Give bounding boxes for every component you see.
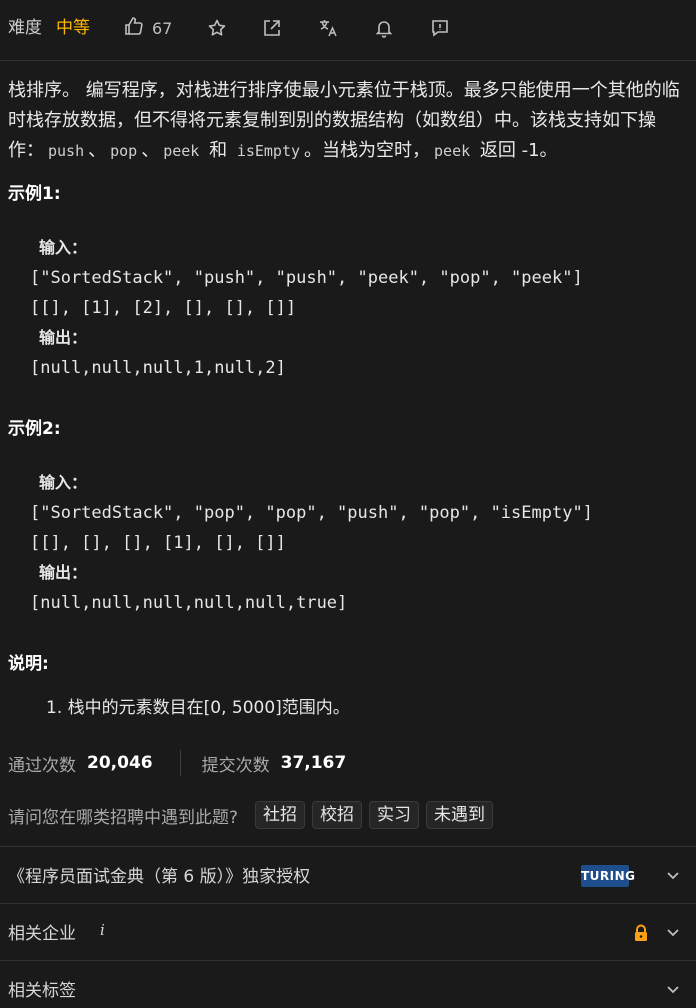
example-2-block: 输入： ["SortedStack", "pop", "pop", "push"…	[30, 468, 593, 618]
interview-source-question: 请问您在哪类招聘中遇到此题? 社招 校招 实习 未遇到	[8, 801, 500, 829]
star-icon[interactable]	[207, 18, 227, 38]
example-2-title: 示例2:	[8, 419, 61, 439]
example-input-line: ["SortedStack", "push", "push", "peek", …	[30, 268, 583, 288]
question-label: 请问您在哪类招聘中遇到此题?	[8, 807, 239, 828]
lock-icon	[633, 924, 649, 946]
related-tags-row[interactable]: 相关标签	[0, 960, 696, 1008]
input-label: 输入：	[39, 473, 88, 492]
output-label: 输出：	[39, 328, 88, 347]
code-isempty: isEmpty	[236, 142, 301, 160]
info-icon[interactable]: i	[100, 921, 105, 939]
statement-text: 返回 -1。	[479, 140, 558, 161]
notes-title: 说明:	[8, 654, 49, 674]
share-icon[interactable]	[262, 18, 282, 38]
submitted-value: 37,167	[280, 753, 347, 773]
feedback-icon[interactable]	[430, 18, 450, 38]
input-label: 输入：	[39, 238, 88, 257]
example-input-line: [[], [1], [2], [], [], []]	[30, 298, 297, 318]
bell-icon[interactable]	[374, 18, 394, 38]
option-internship-button[interactable]: 实习	[369, 801, 420, 829]
turing-logo: TURING	[581, 865, 635, 887]
note-item: 1. 栈中的元素数目在[0, 5000]范围内。	[46, 698, 350, 718]
related-companies-row[interactable]: 相关企业 i	[0, 903, 696, 959]
thumbs-up-icon	[124, 16, 144, 40]
problem-statement: 栈排序。 编写程序，对栈进行排序使最小元素位于栈顶。最多只能使用一个其他的临时栈…	[8, 76, 688, 166]
output-label: 输出：	[39, 563, 88, 582]
option-social-recruit-button[interactable]: 社招	[255, 801, 306, 829]
like-count: 67	[152, 18, 173, 38]
code-peek: peek	[434, 142, 471, 160]
divider	[179, 750, 181, 776]
option-not-encountered-button[interactable]: 未遇到	[426, 801, 494, 829]
translate-icon[interactable]	[318, 18, 338, 38]
accepted-value: 20,046	[87, 753, 153, 773]
book-license-label: 《程序员面试金典（第 6 版）》独家授权	[8, 867, 311, 887]
code-peek: peek	[163, 142, 200, 160]
example-1-block: 输入： ["SortedStack", "push", "push", "pee…	[30, 233, 583, 383]
option-campus-recruit-button[interactable]: 校招	[312, 801, 363, 829]
example-output-line: [null,null,null,1,null,2]	[30, 358, 286, 378]
related-tags-label: 相关标签	[8, 981, 76, 1001]
book-license-row[interactable]: 《程序员面试金典（第 6 版）》独家授权 TURING	[0, 846, 696, 902]
accepted-label: 通过次数	[8, 755, 76, 776]
code-pop: pop	[110, 142, 138, 160]
difficulty-label: 难度	[8, 18, 42, 38]
example-input-line: [[], [], [], [1], [], []]	[30, 533, 286, 553]
example-1-title: 示例1:	[8, 184, 61, 204]
submission-stats: 通过次数 20,046 提交次数 37,167	[8, 750, 346, 776]
conjunction: 和	[209, 140, 228, 161]
like-button[interactable]: 67	[124, 17, 172, 39]
chevron-down-icon[interactable]	[666, 981, 680, 1000]
submitted-label: 提交次数	[201, 755, 270, 776]
problem-description-panel: 难度 中等 67 栈排序。 编写程序，对栈进行排序使最小元素位于栈顶。最多只能使…	[0, 0, 696, 1008]
related-companies-label: 相关企业	[8, 924, 76, 944]
problem-description: 栈排序。 编写程序，对栈进行排序使最小元素位于栈顶。最多只能使用一个其他的临时栈…	[8, 76, 688, 166]
chevron-down-icon[interactable]	[666, 867, 680, 886]
statement-text: 。当栈为空时，	[304, 140, 431, 161]
difficulty-value: 中等	[56, 18, 90, 38]
example-input-line: ["SortedStack", "pop", "pop", "push", "p…	[30, 503, 593, 523]
separator: 、	[141, 140, 160, 161]
separator: 、	[88, 140, 107, 161]
example-output-line: [null,null,null,null,null,true]	[30, 593, 348, 613]
chevron-down-icon[interactable]	[666, 924, 680, 943]
problem-toolbar: 难度 中等 67	[0, 0, 696, 61]
code-push: push	[48, 142, 85, 160]
